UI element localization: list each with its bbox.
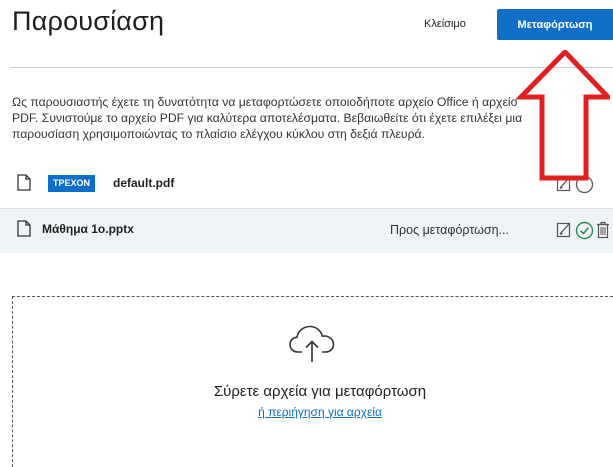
annotation-arrow-icon: [510, 48, 613, 190]
cloud-upload-icon: [288, 324, 336, 369]
file-row-mathima-pptx[interactable]: Μάθημα 1ο.pptx Προς μεταφόρτωση...: [0, 208, 613, 253]
close-button[interactable]: Κλείσιμο: [424, 18, 466, 30]
page-title: Παρουσίαση: [12, 6, 165, 36]
document-icon: [17, 174, 31, 196]
upload-button[interactable]: Μεταφόρτωση: [497, 9, 613, 40]
file-name: default.pdf: [113, 176, 175, 190]
file-name: Μάθημα 1ο.pptx: [42, 222, 134, 236]
browse-files-link[interactable]: ή περιήγηση για αρχεία: [0, 405, 613, 419]
trash-icon[interactable]: [596, 221, 610, 244]
current-badge: ΤΡΕΧΟΝ: [48, 175, 96, 192]
no-download-icon[interactable]: [556, 222, 572, 243]
document-icon: [17, 220, 31, 242]
upload-status: Προς μεταφόρτωση...: [390, 223, 509, 237]
file-drop-zone[interactable]: [12, 296, 613, 467]
drop-instruction: Σύρετε αρχεία για μεταφόρτωση: [213, 383, 427, 400]
selected-check-icon[interactable]: [575, 221, 594, 245]
